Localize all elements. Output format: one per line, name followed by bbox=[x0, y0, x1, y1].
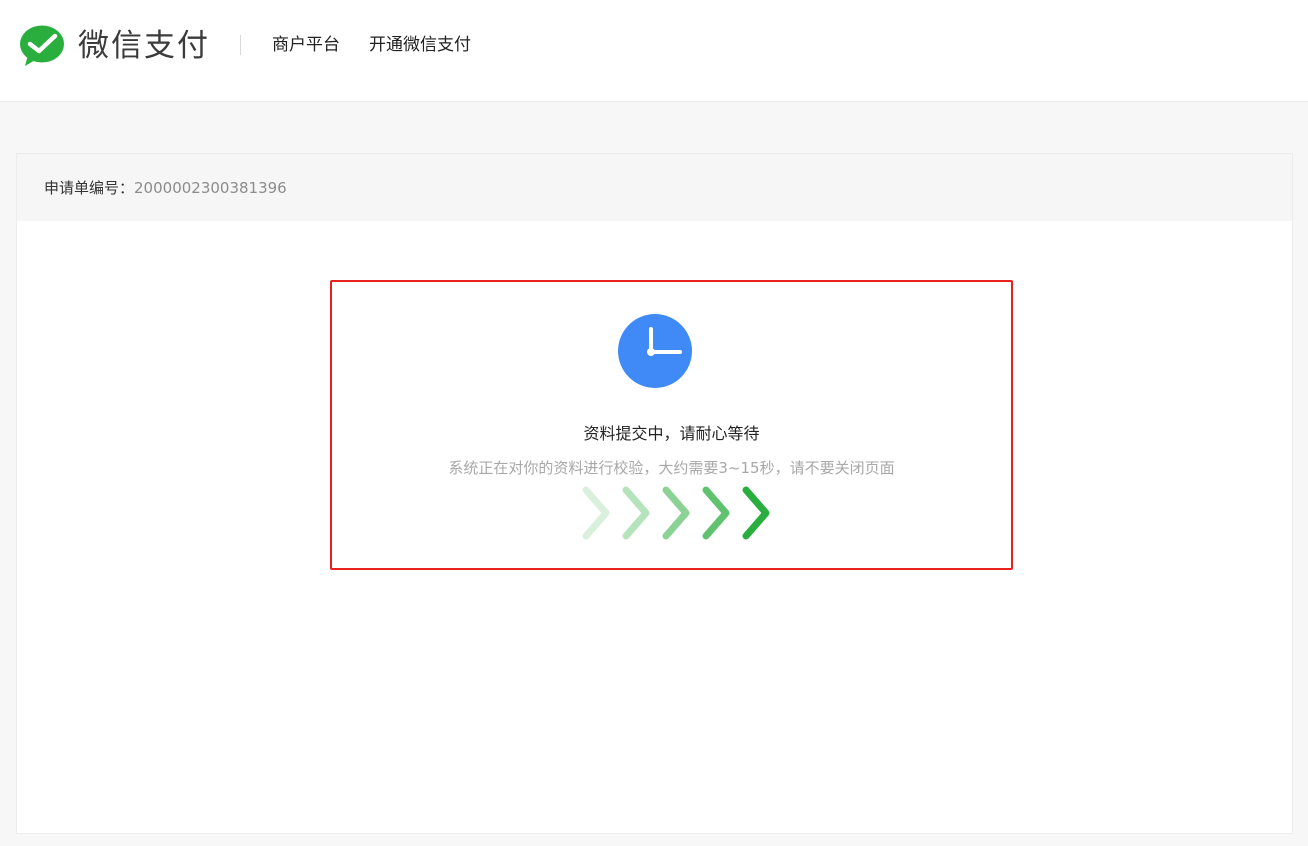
chevron-right-icon bbox=[582, 486, 610, 540]
chevron-right-icon bbox=[622, 486, 650, 540]
application-header: 申请单编号： 2000002300381396 bbox=[17, 154, 1292, 221]
chevron-right-icon bbox=[702, 486, 730, 540]
chevron-right-icon bbox=[742, 486, 770, 540]
nav-open-wechat-pay[interactable]: 开通微信支付 bbox=[369, 33, 471, 57]
status-description: 系统正在对你的资料进行校验，大约需要3~15秒，请不要关闭页面 bbox=[448, 459, 895, 477]
application-number-label: 申请单编号： bbox=[44, 179, 135, 197]
wechat-pay-logo[interactable]: 微信支付 bbox=[18, 24, 210, 68]
status-title: 资料提交中，请耐心等待 bbox=[583, 424, 760, 443]
wechat-pay-logo-icon bbox=[20, 25, 64, 66]
submission-status-box: 资料提交中，请耐心等待 系统正在对你的资料进行校验，大约需要3~15秒，请不要关… bbox=[330, 280, 1013, 570]
progress-indicator bbox=[582, 486, 770, 540]
brand-name: 微信支付 bbox=[78, 28, 210, 64]
chevron-right-icon bbox=[662, 486, 690, 540]
nav-merchant-platform[interactable]: 商户平台 bbox=[272, 33, 340, 57]
clock-icon bbox=[618, 314, 692, 388]
header-divider bbox=[240, 35, 241, 55]
top-bar: 微信支付 商户平台 开通微信支付 bbox=[0, 0, 1308, 102]
application-panel: 申请单编号： 2000002300381396 资料提交中，请耐心等待 系统正在… bbox=[16, 153, 1293, 834]
application-number-value: 2000002300381396 bbox=[134, 178, 287, 197]
